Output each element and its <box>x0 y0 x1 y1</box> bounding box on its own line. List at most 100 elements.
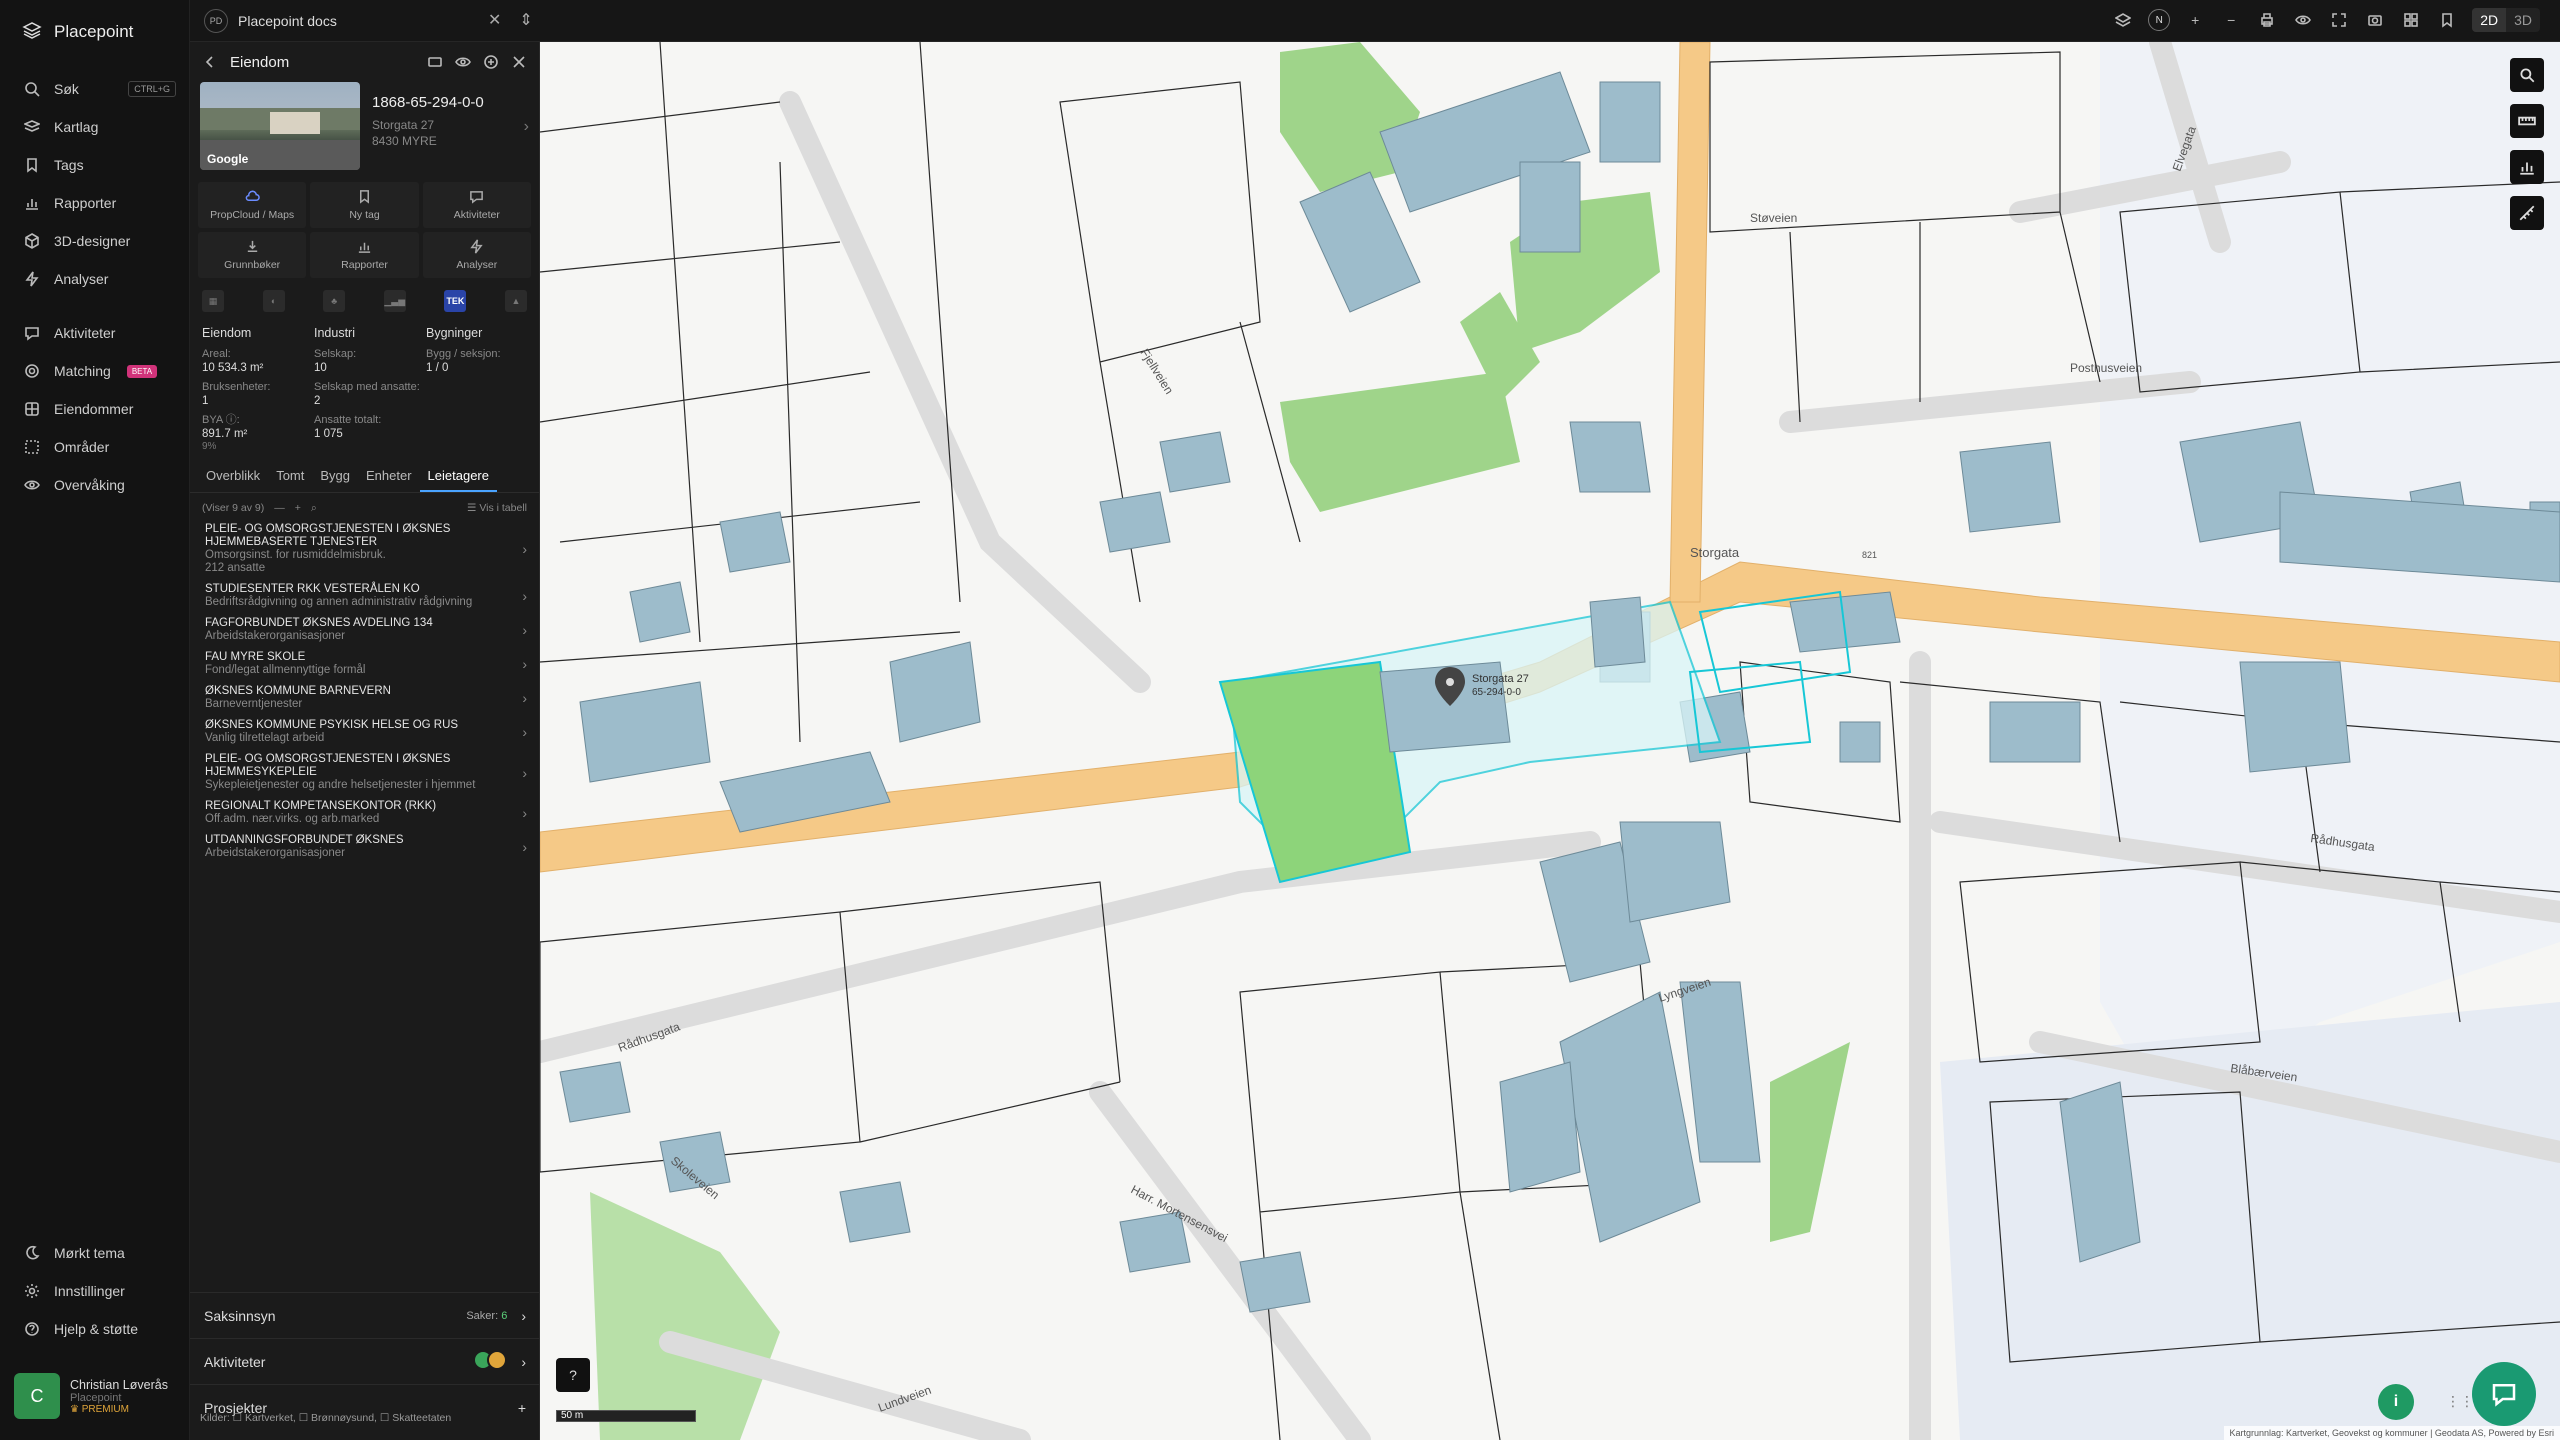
plan-label: PREMIUM <box>81 1403 129 1415</box>
nav-item-search[interactable]: Søk CTRL+G <box>0 72 190 106</box>
category-tek-badge[interactable]: TEK <box>444 290 467 312</box>
chevron-right-icon: › <box>522 764 527 781</box>
close-icon[interactable]: ✕ <box>488 10 501 30</box>
category-bars-icon[interactable]: ▁▃▅ <box>383 290 406 312</box>
bolt-icon <box>470 239 484 254</box>
aktiviteter-section[interactable]: Aktiviteter › <box>190 1338 540 1384</box>
case-count: Saker: 6 <box>466 1310 507 1322</box>
view-3d-button[interactable]: 3D <box>2506 8 2540 32</box>
nav-item-3d-designer[interactable]: 3D-designer <box>0 224 190 258</box>
workspace-selector[interactable]: PD Placepoint docs <box>204 9 337 33</box>
stats-heading: Bygninger <box>426 326 483 340</box>
propcloud-button[interactable]: PropCloud / Maps <box>198 182 307 228</box>
user-card[interactable]: C Christian Løverås Placepoint ♛ PREMIUM <box>14 1368 184 1424</box>
nav-item-help[interactable]: Hjelp & støtte <box>0 1312 190 1346</box>
activities-button[interactable]: Aktiviteter <box>422 182 531 228</box>
tenant-item[interactable]: ØKSNES KOMMUNE PSYKISK HELSE OG RUS Vanli… <box>190 719 539 745</box>
eye-icon[interactable] <box>455 54 471 70</box>
tab-enheter[interactable]: Enheter <box>358 462 420 492</box>
print-icon[interactable] <box>2256 9 2278 31</box>
zoom-in-icon[interactable]: + <box>2184 9 2206 31</box>
map-help-icon[interactable]: ? <box>556 1358 590 1392</box>
land-register-button[interactable]: Grunnbøker <box>198 232 307 278</box>
add-icon[interactable]: + <box>518 1400 526 1416</box>
category-grid-icon[interactable]: ▦ <box>202 290 224 312</box>
info-button[interactable]: i <box>2378 1384 2414 1420</box>
analyses-button[interactable]: Analyser <box>422 232 531 278</box>
eye-icon[interactable] <box>2292 9 2314 31</box>
tab-overblikk[interactable]: Overblikk <box>198 462 268 492</box>
layers-toggle-icon[interactable] <box>2112 9 2134 31</box>
fullscreen-icon[interactable] <box>2328 9 2350 31</box>
property-summary[interactable]: Google 1868-65-294-0-0 Storgata 27 8430 … <box>190 82 539 176</box>
map-base: Storgata 27 65-294-0-0 Storgata Fjellvei… <box>540 42 2560 1440</box>
action-label: Analyser <box>456 259 498 271</box>
street-view-icon[interactable] <box>427 54 443 70</box>
action-label: Rapporter <box>341 259 388 271</box>
nav-item-settings[interactable]: Innstillinger <box>0 1274 190 1308</box>
table-view-button[interactable]: ☰ Vis i tabell <box>467 502 527 514</box>
camera-icon[interactable] <box>2364 9 2386 31</box>
chevron-right-icon: › <box>522 588 527 604</box>
map-search-tool-icon[interactable] <box>2510 58 2544 92</box>
chevron-right-icon[interactable]: › <box>524 118 529 136</box>
category-tree-icon[interactable]: ♣ <box>323 290 346 312</box>
map-chart-icon[interactable] <box>2510 150 2544 184</box>
add-circle-icon[interactable] <box>483 54 499 70</box>
tenant-item[interactable]: PLEIE- OG OMSORGSTJENESTEN I ØKSNES HJEM… <box>190 523 539 575</box>
tenant-item[interactable]: REGIONALT KOMPETANSEKONTOR (RKK) Off.adm.… <box>190 800 539 826</box>
nav-item-kartlag[interactable]: Kartlag <box>0 110 190 144</box>
view-2d-button[interactable]: 2D <box>2472 8 2507 32</box>
avatar <box>487 1350 508 1370</box>
map-ruler-icon[interactable] <box>2510 104 2544 138</box>
new-tag-button[interactable]: Ny tag <box>310 182 419 228</box>
stat-label: Bygg / seksjon: <box>426 348 501 360</box>
nav-item-omrader[interactable]: Områder <box>0 430 190 464</box>
nav-item-matching[interactable]: Matching BETA <box>0 354 190 388</box>
tab-leietagere[interactable]: Leietagere <box>419 462 497 492</box>
map-canvas[interactable]: Storgata 27 65-294-0-0 Storgata Fjellvei… <box>540 42 2560 1440</box>
target-icon <box>25 364 39 378</box>
action-label: Aktiviteter <box>453 209 500 221</box>
tenant-item[interactable]: STUDIESENTER RKK VESTERÅLEN KO Bedriftsrå… <box>190 583 539 609</box>
category-warning-icon[interactable]: ▲ <box>504 290 527 312</box>
tenant-item[interactable]: FAGFORBUNDET ØKSNES AVDELING 134 Arbeidst… <box>190 617 539 643</box>
add-icon[interactable]: + <box>295 502 301 514</box>
nav-item-rapporter[interactable]: Rapporter <box>0 186 190 220</box>
action-label: Ny tag <box>349 209 380 221</box>
grid-icon[interactable] <box>2400 9 2422 31</box>
reports-button[interactable]: Rapporter <box>310 232 419 278</box>
map-measure-icon[interactable] <box>2510 196 2544 230</box>
zoom-out-icon[interactable]: − <box>2220 9 2242 31</box>
nav-item-analyser[interactable]: Analyser <box>0 262 190 296</box>
property-panel: Eiendom Google 1868-65-294-0-0 Storgata … <box>190 42 540 1440</box>
panel-title: Eiendom <box>230 53 290 71</box>
search-icon[interactable]: ⌕ <box>311 502 317 515</box>
premium-badge: ♛ PREMIUM <box>70 1403 129 1415</box>
chat-button[interactable] <box>2472 1362 2536 1426</box>
saksinnsyn-section[interactable]: Saksinnsyn Saker: 6 › <box>190 1292 540 1338</box>
nav-item-overvaking[interactable]: Overvåking <box>0 468 190 502</box>
category-globe-icon[interactable]: ◐ <box>262 290 285 312</box>
tenant-item[interactable]: FAU MYRE SKOLE Fond/legat allmennyttige f… <box>190 651 539 677</box>
nav-item-eiendommer[interactable]: Eiendommer <box>0 392 190 426</box>
compass-icon[interactable]: N <box>2148 9 2171 31</box>
close-icon[interactable] <box>511 54 527 70</box>
tenant-item[interactable]: UTDANNINGSFORBUNDET ØKSNES Arbeidstakeror… <box>190 834 539 860</box>
back-icon[interactable] <box>202 54 218 70</box>
collapse-icon[interactable]: — <box>274 502 285 514</box>
street-photo[interactable]: Google <box>200 82 360 170</box>
brand[interactable]: Placepoint <box>0 0 189 64</box>
tenant-item[interactable]: PLEIE- OG OMSORGSTJENESTEN I ØKSNES HJEM… <box>190 753 539 792</box>
nav-item-tags[interactable]: Tags <box>0 148 190 182</box>
tenant-item[interactable]: ØKSNES KOMMUNE BARNEVERN Barneverntjenest… <box>190 685 539 711</box>
grip-icon[interactable]: ⋮⋮ <box>2446 1393 2474 1410</box>
chevron-updown-icon[interactable]: ⇕ <box>519 10 532 30</box>
bookmark-icon[interactable] <box>2436 9 2458 31</box>
nav-item-aktiviteter[interactable]: Aktiviteter <box>0 316 190 350</box>
nav-item-dark-theme[interactable]: Mørkt tema <box>0 1236 190 1270</box>
tab-tomt[interactable]: Tomt <box>268 462 312 492</box>
tab-bygg[interactable]: Bygg <box>312 462 358 492</box>
bolt-icon <box>25 271 39 287</box>
grid-icon <box>25 402 39 416</box>
